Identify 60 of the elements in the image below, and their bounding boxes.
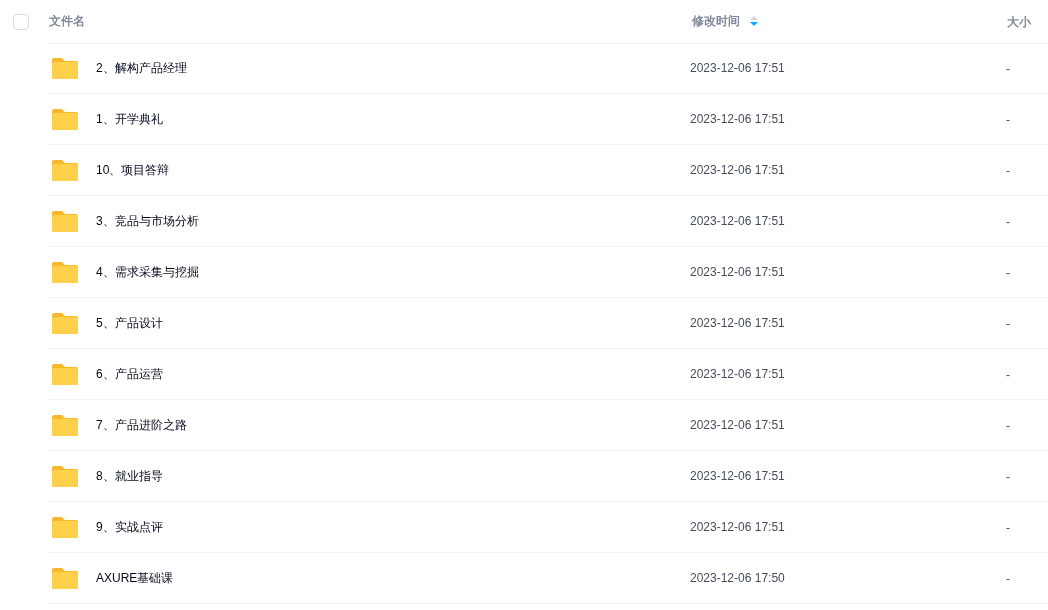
modified-time: 2023-12-06 17:51: [690, 265, 785, 279]
file-name: 8、就业指导: [96, 467, 163, 485]
file-size: -: [1006, 470, 1010, 484]
file-size: -: [1006, 419, 1010, 433]
file-name: 10、项目答辩: [96, 161, 170, 179]
folder-icon: [52, 363, 78, 385]
file-row[interactable]: 10、项目答辩 2023-12-06 17:51 -: [48, 145, 1048, 196]
sort-icon[interactable]: [750, 15, 758, 27]
file-row[interactable]: 5、产品设计 2023-12-06 17:51 -: [48, 298, 1048, 349]
file-name: AXURE基础课: [96, 569, 174, 587]
folder-icon: [52, 108, 78, 130]
file-size: -: [1006, 521, 1010, 535]
column-header[interactable]: 大小: [1007, 14, 1031, 29]
folder-icon: [52, 159, 78, 181]
folder-icon: [52, 261, 78, 283]
folder-icon: [52, 210, 78, 232]
file-row[interactable]: 6、产品运营 2023-12-06 17:51 -: [48, 349, 1048, 400]
file-name: 5、产品设计: [96, 314, 163, 332]
modified-time: 2023-12-06 17:51: [690, 316, 785, 330]
file-size: -: [1006, 113, 1010, 127]
modified-time: 2023-12-06 17:51: [690, 367, 785, 381]
modified-time: 2023-12-06 17:51: [690, 418, 785, 432]
folder-icon: [52, 57, 78, 79]
file-row[interactable]: AXURE基础课 2023-12-06 17:50 -: [48, 553, 1048, 604]
file-name: 6、产品运营: [96, 365, 163, 383]
modified-time: 2023-12-06 17:51: [690, 61, 785, 75]
file-row[interactable]: 7、产品进阶之路 2023-12-06 17:51 -: [48, 400, 1048, 451]
file-name: 3、竞品与市场分析: [96, 212, 199, 230]
folder-icon: [52, 312, 78, 334]
file-row[interactable]: 2、解构产品经理 2023-12-06 17:51 -: [48, 43, 1048, 94]
file-name: 1、开学典礼: [96, 110, 163, 128]
modified-time: 2023-12-06 17:50: [690, 571, 785, 585]
modified-time: 2023-12-06 17:51: [690, 112, 785, 126]
file-size: -: [1006, 317, 1010, 331]
folder-icon: [52, 414, 78, 436]
file-name: 9、实战点评: [96, 518, 163, 536]
column-header[interactable]: 修改时间: [692, 12, 740, 30]
file-size: -: [1006, 62, 1010, 76]
file-name: 2、解构产品经理: [96, 59, 187, 77]
folder-icon: [52, 516, 78, 538]
file-row[interactable]: 4、需求采集与挖掘 2023-12-06 17:51 -: [48, 247, 1048, 298]
modified-time: 2023-12-06 17:51: [690, 469, 785, 483]
modified-time: 2023-12-06 17:51: [690, 520, 785, 534]
file-name: 7、产品进阶之路: [96, 416, 187, 434]
file-row[interactable]: 9、实战点评 2023-12-06 17:51 -: [48, 502, 1048, 553]
file-size: -: [1006, 215, 1010, 229]
file-row[interactable]: 8、就业指导 2023-12-06 17:51 -: [48, 451, 1048, 502]
column-header[interactable]: 文件名: [49, 12, 85, 30]
file-row[interactable]: 3、竞品与市场分析 2023-12-06 17:51 -: [48, 196, 1048, 247]
file-row[interactable]: 1、开学典礼 2023-12-06 17:51 -: [48, 94, 1048, 145]
file-size: -: [1006, 368, 1010, 382]
select-all-checkbox[interactable]: [13, 13, 29, 30]
folder-icon: [52, 567, 78, 589]
file-name: 4、需求采集与挖掘: [96, 263, 199, 281]
file-size: -: [1006, 266, 1010, 280]
file-size: -: [1006, 572, 1010, 586]
modified-time: 2023-12-06 17:51: [690, 163, 785, 177]
modified-time: 2023-12-06 17:51: [690, 214, 785, 228]
folder-icon: [52, 465, 78, 487]
file-size: -: [1006, 164, 1010, 178]
